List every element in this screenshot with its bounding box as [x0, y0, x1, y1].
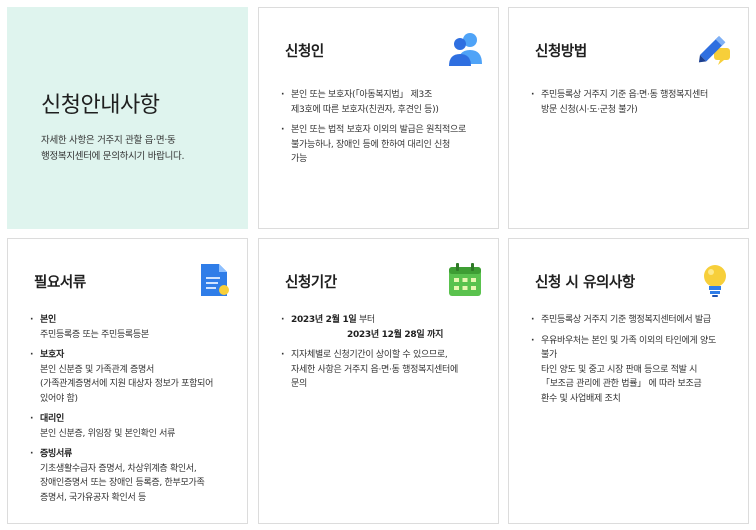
text-line: 주민등록상 거주지 기준 읍·면·동 행정복지센터	[541, 90, 708, 100]
intro-desc-line: 자세한 사항은 거주지 관할 읍·면·동	[41, 135, 176, 146]
documents-body: 본인 주민등록증 또는 주민등록등본 보호자 본인 신분증 및 가족관계 증명서…	[30, 313, 240, 511]
pencil-icon	[698, 35, 730, 65]
text-line: 주민등록상 거주지 기준 행정복지센터에서 발급	[541, 315, 711, 325]
list-item: 본인 또는 보호자(「아동복지법」 제3조 제3호에 따른 보호자(친권자, 후…	[281, 88, 491, 117]
text-line: 본인 신분증 및 가족관계 증명서	[40, 364, 154, 375]
caution-body: 주민등록상 거주지 기준 행정복지센터에서 발급 우유바우처는 본인 및 가족 …	[531, 313, 746, 412]
text-line: 방문 신청(시·도·군청 불가)	[541, 104, 638, 115]
applicant-card: 신청인 본인 또는 보호자(「아동복지법」 제3조 제3호에 따른 보호자(친권…	[258, 7, 499, 229]
documents-title: 필요서류	[34, 275, 86, 291]
text-line: 우유바우처는 본인 및 가족 이외의 타인에게 양도	[541, 335, 716, 346]
text-line: 장애인증명서 또는 장애인 등록증, 한부모가족	[40, 478, 205, 488]
list-item: 주민등록상 거주지 기준 행정복지센터에서 발급	[531, 313, 746, 328]
list-item: 본인 또는 법적 보호자 이외의 발급은 원칙적으로 불가능하나, 장애인 등에…	[281, 123, 491, 167]
calendar-icon	[449, 263, 481, 296]
intro-panel: 신청안내사항 자세한 사항은 거주지 관할 읍·면·동 행정복지센터에 문의하시…	[7, 7, 248, 229]
caution-card: 신청 시 유의사항 주민등록상 거주지 기준 행정복지센터에서 발급 우유바우처…	[508, 238, 749, 524]
text-line: 증명서, 국가유공자 확인서 등	[40, 492, 147, 503]
intro-description: 자세한 사항은 거주지 관할 읍·면·동 행정복지센터에 문의하시기 바랍니다.	[41, 133, 241, 165]
text-line: 제3호에 따른 보호자(친권자, 후견인 등))	[291, 104, 439, 115]
text-line: 환수 및 사업배제 조치	[541, 393, 621, 404]
text-line: 「보조금 관리에 관한 법률」 에 따라 보조금	[541, 379, 702, 389]
applicant-body: 본인 또는 보호자(「아동복지법」 제3조 제3호에 따른 보호자(친권자, 후…	[281, 88, 491, 173]
document-icon	[201, 264, 229, 296]
start-date: 2023년 2월 1일	[291, 315, 357, 325]
text-line: 불가	[541, 350, 557, 360]
list-item: 대리인 본인 신분증, 위임장 및 본인확인 서류	[30, 412, 240, 441]
list-item: 우유바우처는 본인 및 가족 이외의 타인에게 양도 불가 타인 양도 및 중고…	[531, 334, 746, 407]
section-heading: 증빙서류	[40, 449, 72, 459]
end-date: 2023년 12월 28일 까지	[347, 329, 444, 340]
section-heading: 본인	[40, 315, 56, 325]
applicant-title: 신청인	[285, 44, 324, 60]
intro-title: 신청안내사항	[41, 93, 160, 118]
text-line: 문의	[291, 379, 307, 389]
text-line: 기초생활수급자 증명서, 차상위계층 확인서,	[40, 463, 197, 474]
lightbulb-icon	[704, 265, 726, 297]
list-item: 증빙서류 기초생활수급자 증명서, 차상위계층 확인서, 장애인증명서 또는 장…	[30, 447, 240, 505]
intro-desc-line: 행정복지센터에 문의하시기 바랍니다.	[41, 151, 185, 162]
method-title: 신청방법	[535, 44, 587, 60]
section-heading: 보호자	[40, 350, 64, 360]
period-body: 2023년 2월 1일 부터 2023년 12월 28일 까지 지자체별로 신청…	[281, 313, 496, 398]
text-line: 주민등록증 또는 주민등록등본	[40, 329, 149, 340]
period-title: 신청기간	[285, 275, 337, 291]
list-item: 지자체별로 신청기간이 상이할 수 있으므로, 자세한 사항은 거주지 읍·면·…	[281, 348, 496, 392]
text-line: 본인 신분증, 위임장 및 본인확인 서류	[40, 428, 176, 439]
caution-title: 신청 시 유의사항	[535, 275, 635, 291]
text-line: 자세한 사항은 거주지 읍·면·동 행정복지센터에	[291, 364, 458, 375]
method-body: 주민등록상 거주지 기준 읍·면·동 행정복지센터 방문 신청(시·도·군청 불…	[531, 88, 746, 123]
list-item: 2023년 2월 1일 부터 2023년 12월 28일 까지	[281, 313, 496, 342]
section-heading: 대리인	[40, 414, 64, 424]
text-line: 있어야 함)	[40, 393, 78, 404]
period-card: 신청기간 2023년 2월 1일 부터 2023년 12월 28일 까지 지자체…	[258, 238, 499, 524]
list-item: 본인 주민등록증 또는 주민등록등본	[30, 313, 240, 342]
list-item: 보호자 본인 신분증 및 가족관계 증명서 (가족관계증명서에 지원 대상자 정…	[30, 348, 240, 406]
text-line: (가족관계증명서에 지원 대상자 정보가 포함되어	[40, 379, 214, 389]
text-line: 지자체별로 신청기간이 상이할 수 있으므로,	[291, 350, 448, 360]
text-line: 타인 양도 및 중고 시장 판매 등으로 적발 시	[541, 364, 698, 375]
text-line: 가능	[291, 154, 307, 164]
text-line: 본인 또는 보호자(「아동복지법」 제3조	[291, 90, 432, 100]
text-line: 부터	[356, 315, 375, 325]
method-card: 신청방법 주민등록상 거주지 기준 읍·면·동 행정복지센터 방문 신청(시·도…	[508, 7, 749, 229]
text-line: 본인 또는 법적 보호자 이외의 발급은 원칙적으로	[291, 125, 466, 135]
people-icon	[449, 33, 482, 66]
text-line: 불가능하나, 장애인 등에 한하여 대리인 신청	[291, 139, 451, 150]
list-item: 주민등록상 거주지 기준 읍·면·동 행정복지센터 방문 신청(시·도·군청 불…	[531, 88, 746, 117]
documents-card: 필요서류 본인 주민등록증 또는 주민등록등본 보호자 본인 신분증 및 가족관…	[7, 238, 248, 524]
